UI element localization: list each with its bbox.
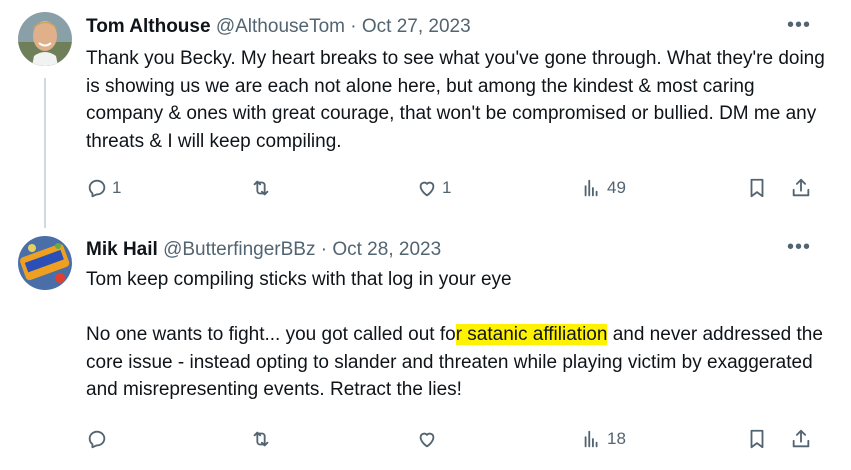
repost-button[interactable] — [250, 173, 276, 203]
avatar[interactable] — [18, 12, 72, 66]
reply-icon — [88, 179, 106, 198]
share-button[interactable] — [790, 424, 812, 454]
like-button[interactable] — [416, 424, 442, 454]
tweet[interactable]: Mik Hail @ButterfingerBBz · Oct 28, 2023… — [0, 222, 851, 470]
display-name[interactable]: Mik Hail — [86, 239, 158, 260]
tweet-paragraph: Tom keep compiling sticks with that log … — [86, 269, 512, 290]
views-icon — [584, 430, 598, 448]
action-bar: 1 1 49 — [0, 173, 851, 203]
separator: · — [320, 239, 328, 260]
tweet-text: Thank you Becky. My heart breaks to see … — [86, 45, 826, 155]
more-icon[interactable]: ••• — [787, 237, 811, 257]
reply-count: 1 — [112, 178, 122, 197]
action-bar: 18 — [0, 424, 851, 454]
reply-button[interactable]: 1 — [86, 173, 121, 203]
user-handle[interactable]: @ButterfingerBBz — [163, 239, 315, 260]
like-icon — [419, 181, 435, 197]
reply-button[interactable] — [86, 424, 112, 454]
view-count: 18 — [607, 429, 626, 448]
bookmark-button[interactable] — [746, 173, 768, 203]
text-segment: No one wants to fight... you got called … — [86, 324, 456, 345]
display-name[interactable]: Tom Althouse — [86, 16, 211, 37]
highlighted-text: satanic affiliation — [462, 324, 608, 345]
reply-icon — [88, 430, 106, 449]
views-button[interactable]: 18 — [581, 424, 626, 454]
tweet[interactable]: Tom Althouse @AlthouseTom · Oct 27, 2023… — [0, 0, 851, 228]
bookmark-icon — [750, 429, 764, 449]
repost-icon — [253, 180, 269, 196]
tweet-paragraph: Thank you Becky. My heart breaks to see … — [86, 48, 825, 152]
more-icon[interactable]: ••• — [787, 15, 811, 35]
separator: · — [350, 16, 357, 37]
like-icon — [419, 432, 435, 448]
repost-button[interactable] — [250, 424, 276, 454]
thread-line — [44, 78, 46, 228]
like-button[interactable]: 1 — [416, 173, 451, 203]
user-handle[interactable]: @AlthouseTom — [216, 16, 345, 37]
share-button[interactable] — [790, 173, 812, 203]
tweet-header: Tom Althouse @AlthouseTom · Oct 27, 2023 — [86, 15, 471, 39]
views-icon — [584, 179, 598, 197]
avatar[interactable] — [18, 236, 72, 290]
bookmark-icon — [750, 178, 764, 198]
share-icon — [792, 178, 810, 197]
tweet-header: Mik Hail @ButterfingerBBz · Oct 28, 2023 — [86, 238, 441, 262]
share-icon — [792, 429, 810, 448]
tweet-text: Tom keep compiling sticks with that log … — [86, 266, 826, 404]
timestamp[interactable]: Oct 28, 2023 — [332, 239, 441, 260]
repost-icon — [253, 431, 269, 447]
like-count: 1 — [442, 178, 452, 197]
timestamp[interactable]: Oct 27, 2023 — [362, 16, 471, 37]
bookmark-button[interactable] — [746, 424, 768, 454]
views-button[interactable]: 49 — [581, 173, 626, 203]
view-count: 49 — [607, 178, 626, 197]
tweet-paragraph: No one wants to fight... you got called … — [86, 321, 826, 404]
